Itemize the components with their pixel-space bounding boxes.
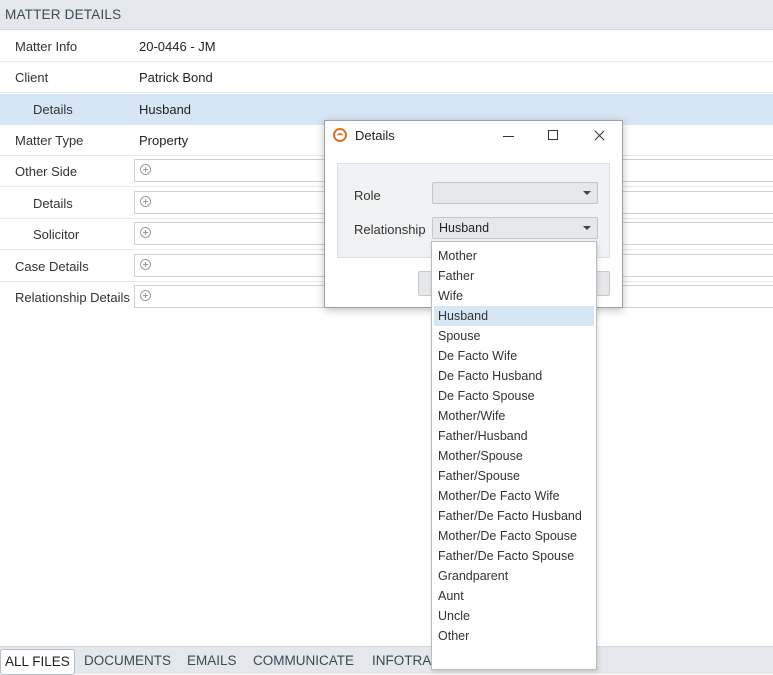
tab-communicate[interactable]: COMMUNICATE (253, 647, 354, 675)
row-label: Matter Info (15, 39, 78, 54)
minimize-icon (503, 136, 514, 137)
relationship-dropdown-list[interactable]: Mother Father Wife Husband Spouse De Fac… (431, 241, 597, 670)
chevron-down-icon (583, 191, 591, 195)
option-grandparent[interactable]: Grandparent (434, 566, 594, 586)
row-value: Property (139, 133, 189, 148)
add-icon[interactable] (140, 227, 151, 238)
option-spouse[interactable]: Spouse (434, 326, 594, 346)
tab-emails[interactable]: EMAILS (187, 647, 237, 675)
maximize-button[interactable] (538, 124, 568, 148)
add-icon[interactable] (140, 290, 151, 301)
maximize-icon (548, 130, 558, 140)
option-aunt[interactable]: Aunt (434, 586, 594, 606)
row-label: Solicitor (33, 227, 80, 242)
option-mother-de-facto-wife[interactable]: Mother/De Facto Wife (434, 486, 594, 506)
minimize-button[interactable] (493, 124, 523, 148)
option-mother-de-facto-spouse[interactable]: Mother/De Facto Spouse (434, 526, 594, 546)
relationship-value: Husband (439, 221, 490, 235)
option-mother-wife[interactable]: Mother/Wife (434, 406, 594, 426)
option-de-facto-wife[interactable]: De Facto Wife (434, 346, 594, 366)
row-matter-info[interactable]: Matter Info 20-0446 - JM (0, 31, 773, 62)
option-de-facto-spouse[interactable]: De Facto Spouse (434, 386, 594, 406)
option-mother-spouse[interactable]: Mother/Spouse (434, 446, 594, 466)
row-label: Client (15, 70, 49, 85)
row-label: Relationship Details (15, 290, 130, 305)
option-father-de-facto-husband[interactable]: Father/De Facto Husband (434, 506, 594, 526)
tab-all-files[interactable]: ALL FILES (0, 649, 75, 675)
option-father[interactable]: Father (434, 266, 594, 286)
option-father-de-facto-spouse[interactable]: Father/De Facto Spouse (434, 546, 594, 566)
row-label: Details (33, 196, 73, 211)
row-label: Case Details (15, 259, 89, 274)
row-label: Details (33, 102, 73, 117)
option-wife[interactable]: Wife (434, 286, 594, 306)
option-other[interactable]: Other (434, 626, 594, 646)
row-value: 20-0446 - JM (139, 39, 216, 54)
option-father-spouse[interactable]: Father/Spouse (434, 466, 594, 486)
option-uncle[interactable]: Uncle (434, 606, 594, 626)
matter-details-header: MATTER DETAILS (0, 0, 773, 30)
relationship-select[interactable]: Husband (432, 217, 598, 239)
close-button[interactable] (584, 124, 614, 148)
role-select[interactable] (432, 182, 598, 204)
row-label: Other Side (15, 164, 78, 179)
row-value: Patrick Bond (139, 70, 213, 85)
option-husband[interactable]: Husband (434, 306, 594, 326)
bottom-tab-bar: ALL FILES DOCUMENTS EMAILS COMMUNICATE I… (0, 646, 773, 675)
role-label: Role (354, 188, 381, 203)
app-logo-icon (333, 128, 347, 142)
dialog-title: Details (355, 128, 395, 143)
row-client[interactable]: Client Patrick Bond (0, 62, 773, 93)
chevron-down-icon (583, 226, 591, 230)
tab-documents[interactable]: DOCUMENTS (84, 647, 171, 675)
option-father-husband[interactable]: Father/Husband (434, 426, 594, 446)
option-mother[interactable]: Mother (434, 246, 594, 266)
relationship-label: Relationship (354, 222, 426, 237)
row-value: Husband (139, 102, 192, 117)
add-icon[interactable] (140, 259, 151, 270)
row-label: Matter Type (15, 133, 84, 148)
add-icon[interactable] (140, 196, 151, 207)
add-icon[interactable] (140, 164, 151, 175)
option-de-facto-husband[interactable]: De Facto Husband (434, 366, 594, 386)
